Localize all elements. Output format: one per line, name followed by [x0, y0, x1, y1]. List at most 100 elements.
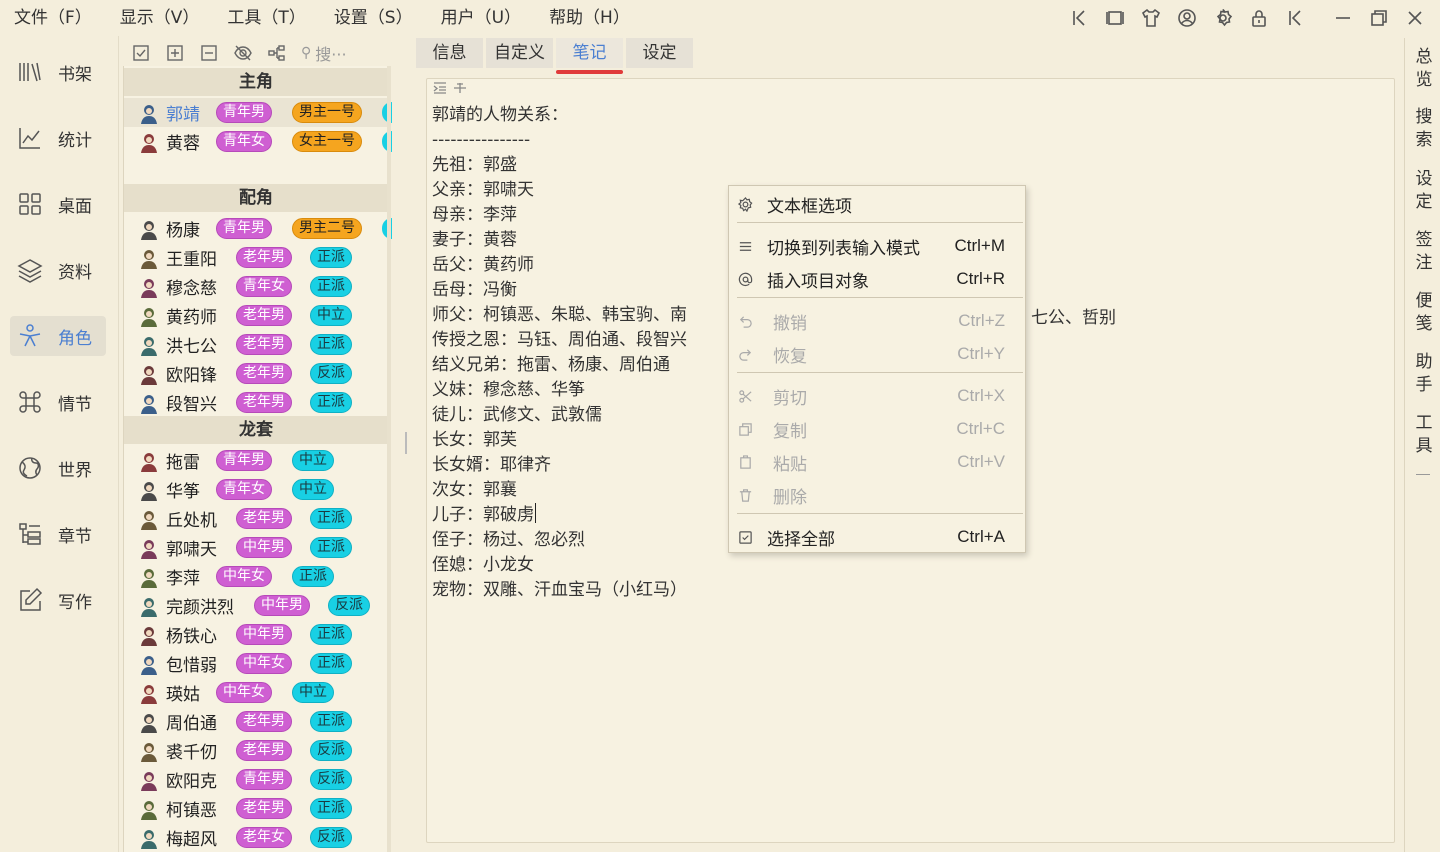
- character-row[interactable]: 裘千仞 老年男 反派: [124, 736, 388, 765]
- character-row[interactable]: 郭靖 青年男 男主一号: [124, 98, 392, 127]
- group-header-main[interactable]: 主角: [124, 68, 388, 96]
- character-row[interactable]: 欧阳锋 老年男 反派: [124, 359, 388, 388]
- menu-view[interactable]: 显示（V）: [106, 0, 214, 36]
- menu-tools[interactable]: 工具（T）: [213, 0, 319, 36]
- nav-characters[interactable]: 角色: [10, 316, 106, 356]
- character-row[interactable]: 穆念慈 青年女 正派: [124, 272, 388, 301]
- restore-icon[interactable]: [1368, 7, 1390, 29]
- character-row[interactable]: 华筝 青年女 中立: [124, 475, 388, 504]
- nav-chapters[interactable]: 章节: [10, 514, 106, 554]
- nav-writing[interactable]: 写作: [10, 580, 106, 620]
- strikethrough-icon[interactable]: [453, 81, 467, 95]
- lock-icon[interactable]: [1248, 7, 1270, 29]
- character-row[interactable]: 黄蓉 青年女 女主一号: [124, 127, 392, 156]
- hide-icon[interactable]: [233, 43, 253, 63]
- character-row[interactable]: 柯镇恶 老年男 正派: [124, 794, 388, 823]
- character-row[interactable]: 黄药师 老年男 中立: [124, 301, 388, 330]
- nav-desktop[interactable]: 桌面: [10, 184, 106, 224]
- first-page-icon[interactable]: [1068, 7, 1090, 29]
- character-row[interactable]: 瑛姑 中年女 中立: [124, 678, 388, 707]
- nav-world[interactable]: 世界: [10, 448, 106, 488]
- character-row[interactable]: 洪七公 老年男 正派: [124, 330, 388, 359]
- ctx-cut[interactable]: 剪切 Ctrl+X: [729, 381, 1025, 411]
- ctx-paste[interactable]: 粘贴 Ctrl+V: [729, 447, 1025, 477]
- rightbar-search[interactable]: 搜索: [1415, 106, 1433, 152]
- tab-notes[interactable]: 笔记: [556, 38, 623, 74]
- character-panel: ⚲ 搜··· 主角 配角 龙套 郭靖 青年男 男主一号 黄蓉 青年女 女主一号 杨康 青年男男…: [118, 36, 392, 852]
- nav-plot[interactable]: 情节: [10, 382, 106, 422]
- ctx-copy[interactable]: 复制 Ctrl+C: [729, 414, 1025, 444]
- note-line-text: 岳母：冯衡: [432, 280, 517, 300]
- role-tag: 反派: [310, 363, 352, 384]
- rightbar-annotations[interactable]: 签注: [1415, 229, 1433, 275]
- tab-settings[interactable]: 设定: [626, 38, 693, 68]
- age-gender-tag: 中年男: [236, 537, 292, 558]
- character-row[interactable]: 郭啸天 中年男 正派: [124, 533, 388, 562]
- fullscreen-icon[interactable]: [1104, 7, 1126, 29]
- nav-bookshelf[interactable]: 书架: [10, 52, 106, 92]
- shirt-icon[interactable]: [1140, 7, 1162, 29]
- note-line: 父亲：郭啸天: [432, 178, 687, 203]
- ctx-select-all[interactable]: 选择全部 Ctrl+A: [729, 522, 1025, 552]
- nav-materials[interactable]: 资料: [10, 250, 106, 290]
- at-icon: [737, 271, 753, 287]
- character-row[interactable]: 包惜弱 中年女 正派: [124, 649, 388, 678]
- tab-custom[interactable]: 自定义: [486, 38, 553, 68]
- note-content[interactable]: 郭靖的人物关系： ---------------- 先祖：郭盛 父亲：郭啸天 母亲：李萍…: [432, 103, 687, 603]
- character-row[interactable]: 拖雷 青年男 中立: [124, 446, 388, 475]
- character-row[interactable]: 梅超风 老年女 反派: [124, 823, 388, 852]
- collapse-icon[interactable]: [1284, 7, 1306, 29]
- character-name: 杨铁心: [166, 627, 217, 647]
- character-row[interactable]: 欧阳克 青年男 反派: [124, 765, 388, 794]
- character-list-scrollbar[interactable]: [387, 66, 391, 852]
- character-name: 郭啸天: [166, 540, 217, 560]
- scissors-icon: [737, 388, 753, 404]
- collapse-all-icon[interactable]: [199, 43, 219, 63]
- rightbar-tools[interactable]: 工具: [1415, 412, 1433, 458]
- expand-icon[interactable]: [165, 43, 185, 63]
- character-row[interactable]: 完颜洪烈 中年男 反派: [124, 591, 388, 620]
- ctx-redo[interactable]: 恢复 Ctrl+Y: [729, 339, 1025, 369]
- menu-file[interactable]: 文件（F）: [0, 0, 106, 36]
- character-search[interactable]: ⚲ 搜···: [301, 41, 347, 65]
- menu-user[interactable]: 用户（U）: [427, 0, 535, 36]
- ctx-list-mode[interactable]: 切换到列表输入模式 Ctrl+M: [729, 231, 1025, 261]
- user-circle-icon[interactable]: [1176, 7, 1198, 29]
- age-gender-tag: 老年男: [236, 392, 292, 413]
- ctx-undo[interactable]: 撤销 Ctrl+Z: [729, 306, 1025, 336]
- ctx-delete[interactable]: 删除: [729, 480, 1025, 510]
- gear-icon[interactable]: [1212, 7, 1234, 29]
- ctx-textbox-options[interactable]: 文本框选项: [729, 189, 1025, 219]
- role-tag: 正派: [310, 711, 352, 732]
- character-row[interactable]: 周伯通 老年男 正派: [124, 707, 388, 736]
- note-line-text: 儿子：郭破虏: [432, 505, 534, 525]
- avatar: [138, 305, 160, 327]
- group-header-extras[interactable]: 龙套: [124, 416, 388, 444]
- rightbar-overview[interactable]: 总览: [1415, 46, 1433, 92]
- minimize-icon[interactable]: [1332, 7, 1354, 29]
- character-row[interactable]: 王重阳 老年男 正派: [124, 243, 388, 272]
- character-row[interactable]: 丘处机 老年男 正派: [124, 504, 388, 533]
- age-gender-tag: 老年男: [236, 247, 292, 268]
- rightbar-memo[interactable]: 便笺: [1415, 290, 1433, 336]
- menu-settings[interactable]: 设置（S）: [320, 0, 427, 36]
- rightbar-settings[interactable]: 设定: [1415, 168, 1433, 214]
- character-row[interactable]: 杨铁心 中年男 正派: [124, 620, 388, 649]
- character-row[interactable]: 杨康 青年男 男主二号: [124, 214, 392, 243]
- check-all-icon[interactable]: [131, 43, 151, 63]
- ctx-insert-object[interactable]: 插入项目对象 Ctrl+R: [729, 264, 1025, 294]
- group-header-supporting[interactable]: 配角: [124, 184, 388, 212]
- nav-statistics[interactable]: 统计: [10, 118, 106, 158]
- panel-splitter-handle[interactable]: [405, 432, 407, 454]
- menu-help[interactable]: 帮助（H）: [535, 0, 644, 36]
- layers-icon: [16, 256, 44, 284]
- tab-info[interactable]: 信息: [416, 38, 483, 68]
- character-row[interactable]: 段智兴 老年男 正派: [124, 388, 388, 417]
- character-name: 欧阳锋: [166, 366, 217, 386]
- relationship-icon[interactable]: [267, 43, 287, 63]
- rightbar-assistant[interactable]: 助手: [1415, 351, 1433, 397]
- close-icon[interactable]: [1404, 7, 1426, 29]
- age-gender-tag: 青年男: [216, 218, 272, 239]
- indent-icon[interactable]: [433, 81, 447, 95]
- character-row[interactable]: 李萍 中年女 正派: [124, 562, 388, 591]
